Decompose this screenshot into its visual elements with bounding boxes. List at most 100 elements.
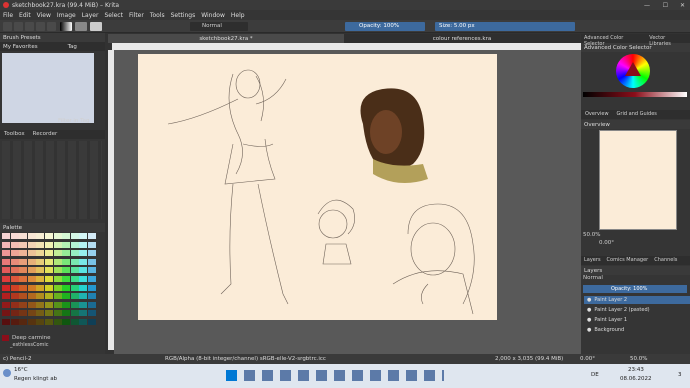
palette-swatch[interactable] — [62, 293, 71, 300]
palette-swatch[interactable] — [19, 293, 28, 300]
palette-swatch[interactable] — [62, 276, 71, 282]
palette-swatch[interactable] — [79, 241, 88, 248]
eye-icon[interactable]: ● — [587, 327, 591, 333]
palette-swatch[interactable] — [10, 293, 19, 300]
zoom-value[interactable]: 50.0% — [583, 232, 600, 238]
new-document-icon[interactable] — [3, 22, 12, 31]
palette-swatch[interactable] — [70, 310, 79, 317]
palette-swatch[interactable] — [62, 301, 71, 308]
open-document-icon[interactable] — [14, 22, 23, 31]
palette-swatch[interactable] — [36, 233, 45, 239]
menu-file[interactable]: File — [3, 12, 13, 19]
palette-swatch[interactable] — [19, 301, 28, 308]
toolbox-tab[interactable]: Toolbox — [0, 130, 29, 139]
tab-colour-references[interactable]: colour references.kra — [344, 34, 580, 43]
rotation-value[interactable]: 0.00° — [599, 240, 614, 246]
palette-swatch[interactable] — [79, 293, 88, 300]
palette-swatch[interactable] — [45, 258, 53, 265]
palette-swatch[interactable] — [27, 250, 36, 257]
clock-time[interactable]: 23:43 — [628, 367, 644, 373]
palette-swatch[interactable] — [88, 301, 96, 308]
palette-swatch[interactable] — [2, 310, 10, 317]
palette-swatch[interactable] — [27, 284, 36, 291]
palette-swatch[interactable] — [62, 250, 71, 257]
favorites-row[interactable]: My Favorites Tag — [0, 42, 105, 51]
brush-preset-grid[interactable] — [2, 53, 94, 123]
eye-icon[interactable]: ● — [587, 317, 591, 323]
tab-sketchbook[interactable]: sketchbook27.kra * — [108, 34, 344, 43]
palette-swatch[interactable] — [79, 267, 88, 274]
menu-help[interactable]: Help — [231, 12, 245, 19]
pattern-icon[interactable] — [75, 22, 87, 31]
palette-swatch[interactable] — [79, 233, 88, 239]
color-history-strip[interactable] — [583, 92, 687, 97]
palette-swatch[interactable] — [45, 301, 53, 308]
palette-swatch[interactable] — [27, 301, 36, 308]
minimize-button[interactable]: — — [644, 2, 650, 9]
palette-swatch[interactable] — [36, 258, 45, 265]
palette-swatch[interactable] — [88, 233, 96, 239]
palette-swatch[interactable] — [10, 284, 19, 291]
palette-swatch[interactable] — [10, 250, 19, 257]
layer-opacity-slider[interactable]: Opacity: 100% — [583, 285, 687, 293]
notification-badge[interactable]: 3 — [678, 372, 682, 378]
palette-swatch[interactable] — [70, 267, 79, 274]
undo-icon[interactable] — [36, 22, 45, 31]
palette-swatch[interactable] — [62, 233, 71, 239]
palette-swatch[interactable] — [36, 310, 45, 317]
palette-swatch[interactable] — [19, 276, 28, 282]
tab-advanced-color-selector[interactable]: Advanced Color Selector — [581, 34, 646, 47]
blend-mode-select[interactable]: Normal — [190, 22, 248, 31]
close-button[interactable]: ✕ — [680, 2, 685, 9]
palette-swatch[interactable] — [62, 319, 71, 325]
layer-paint-layer-1[interactable]: ● Paint Layer 1 — [584, 316, 690, 324]
taskbar-apps[interactable] — [244, 370, 444, 381]
menu-layer[interactable]: Layer — [82, 12, 99, 19]
palette-swatch[interactable] — [88, 310, 96, 317]
palette-swatch[interactable] — [53, 301, 62, 308]
palette-swatch[interactable] — [79, 310, 88, 317]
size-slider[interactable]: Size: 5.00 px — [435, 22, 575, 31]
palette-swatch[interactable] — [27, 233, 36, 239]
palette-swatch[interactable] — [19, 241, 28, 248]
palette-swatch[interactable] — [36, 319, 45, 325]
status-zoom[interactable]: 50.0% — [630, 356, 647, 362]
eye-icon[interactable]: ● — [587, 297, 591, 303]
layer-blend-select[interactable]: Normal — [583, 275, 603, 281]
palette-swatch[interactable] — [79, 276, 88, 282]
palette-swatch[interactable] — [2, 258, 10, 265]
palette-swatch[interactable] — [2, 276, 10, 282]
palette-swatch[interactable] — [53, 250, 62, 257]
save-icon[interactable] — [25, 22, 34, 31]
tab-overview[interactable]: Overview — [581, 110, 613, 119]
palette-swatch[interactable] — [2, 301, 10, 308]
palette-swatch[interactable] — [27, 276, 36, 282]
palette-swatch[interactable] — [70, 258, 79, 265]
palette-swatch[interactable] — [10, 310, 19, 317]
palette-swatch[interactable] — [62, 258, 71, 265]
palette-swatch[interactable] — [79, 250, 88, 257]
palette-swatch[interactable] — [53, 258, 62, 265]
menu-filter[interactable]: Filter — [129, 12, 144, 19]
palette-swatch[interactable] — [19, 319, 28, 325]
menu-tools[interactable]: Tools — [150, 12, 165, 19]
tab-vector-libraries[interactable]: Vector Libraries — [646, 34, 690, 47]
palette-swatch[interactable] — [27, 241, 36, 248]
palette-swatch[interactable] — [62, 284, 71, 291]
recorder-tab[interactable]: Recorder — [29, 130, 62, 139]
palette-swatch[interactable] — [70, 276, 79, 282]
maximize-button[interactable]: ☐ — [663, 2, 668, 9]
palette-swatch[interactable] — [79, 301, 88, 308]
palette-swatch[interactable] — [88, 250, 96, 257]
palette-name[interactable]: _esthlessComic — [10, 342, 49, 348]
clock-date[interactable]: 08.06.2022 — [620, 376, 652, 382]
palette-swatch[interactable] — [27, 258, 36, 265]
palette-swatch[interactable] — [45, 241, 53, 248]
menu-window[interactable]: Window — [201, 12, 225, 19]
palette-swatch[interactable] — [27, 310, 36, 317]
palette-swatch[interactable] — [2, 233, 10, 239]
palette-swatch[interactable] — [10, 233, 19, 239]
palette-swatch[interactable] — [19, 284, 28, 291]
palette-swatch[interactable] — [53, 310, 62, 317]
status-rotation[interactable]: 0.00° — [580, 356, 595, 362]
